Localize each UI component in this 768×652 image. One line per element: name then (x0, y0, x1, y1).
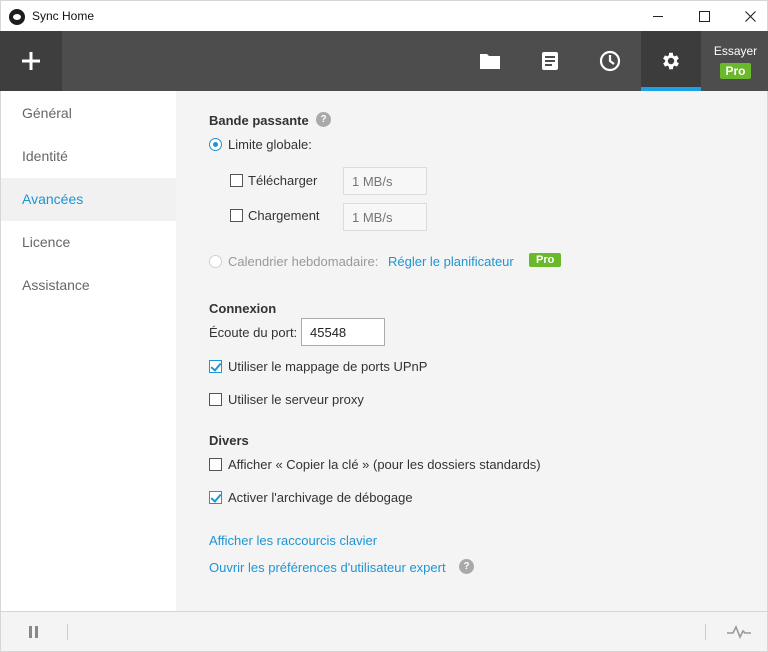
global-limit-radio[interactable] (209, 138, 222, 151)
main-toolbar: Essayer Pro (0, 31, 768, 91)
pro-badge: Pro (720, 63, 751, 79)
bandwidth-section-title: Bande passante (209, 113, 309, 128)
gear-icon (663, 52, 679, 70)
document-list-icon (542, 52, 558, 70)
download-rate-input[interactable] (343, 167, 427, 195)
folder-icon (480, 54, 500, 69)
proxy-label: Utiliser le serveur proxy (228, 392, 364, 407)
status-divider-right (705, 624, 706, 640)
download-limit-label: Télécharger (248, 173, 318, 188)
sidebar-item-support[interactable]: Assistance (1, 264, 176, 307)
power-user-help-icon[interactable]: ? (459, 559, 474, 574)
scheduler-pro-tag: Pro (529, 253, 562, 267)
app-logo-icon (9, 9, 25, 25)
plus-icon (22, 52, 40, 70)
sidebar-item-license[interactable]: Licence (1, 221, 176, 264)
try-label: Essayer (713, 44, 758, 58)
listening-port-label: Écoute du port: (209, 325, 298, 340)
folders-tab-button[interactable] (460, 31, 520, 91)
connection-section-title: Connexion (209, 301, 277, 316)
global-limit-label: Limite globale: (228, 137, 312, 152)
sidebar-item-advanced[interactable]: Avancées (1, 178, 176, 221)
download-limit-checkbox[interactable] (230, 174, 243, 187)
upload-limit-label: Chargement (248, 208, 320, 223)
activity-pulse-icon[interactable] (727, 625, 751, 639)
power-user-prefs-link[interactable]: Ouvrir les préférences d'utilisateur exp… (209, 560, 446, 575)
sidebar-item-general[interactable]: Général (1, 92, 176, 135)
title-bar: Sync Home (0, 0, 768, 31)
upload-limit-checkbox[interactable] (230, 209, 243, 222)
misc-section-title: Divers (209, 433, 249, 448)
upnp-label: Utiliser le mappage de ports UPnP (228, 359, 428, 374)
close-icon (744, 11, 756, 22)
settings-sidebar: Général Identité Avancées Licence Assist… (0, 91, 176, 611)
settings-tab-button[interactable] (641, 31, 701, 91)
window-title: Sync Home (32, 9, 95, 23)
try-pro-button[interactable]: Essayer Pro (703, 31, 768, 91)
maximize-button[interactable] (681, 1, 727, 32)
weekly-schedule-label: Calendrier hebdomadaire: (228, 254, 379, 269)
proxy-checkbox[interactable] (209, 393, 222, 406)
keyboard-shortcuts-link[interactable]: Afficher les raccourcis clavier (209, 533, 377, 548)
history-tab-button[interactable] (580, 31, 640, 91)
minimize-button[interactable] (635, 1, 681, 32)
close-button[interactable] (727, 1, 768, 32)
upnp-checkbox[interactable] (209, 360, 222, 373)
clock-icon (599, 50, 621, 72)
debug-logging-label: Activer l'archivage de débogage (228, 490, 413, 505)
status-divider-left (67, 624, 68, 640)
copy-key-checkbox[interactable] (209, 458, 222, 471)
bandwidth-help-icon[interactable]: ? (316, 112, 331, 127)
debug-logging-checkbox[interactable] (209, 491, 222, 504)
weekly-schedule-radio[interactable] (209, 255, 222, 268)
copy-key-label: Afficher « Copier la clé » (pour les dos… (228, 457, 541, 472)
log-tab-button[interactable] (520, 31, 580, 91)
add-folder-button[interactable] (0, 31, 62, 91)
sidebar-item-identity[interactable]: Identité (1, 135, 176, 178)
upload-rate-input[interactable] (343, 203, 427, 231)
pause-icon[interactable] (28, 626, 40, 638)
configure-scheduler-link[interactable]: Régler le planificateur (388, 254, 514, 269)
advanced-settings-panel: Bande passante ? Limite globale: Télécha… (176, 91, 768, 611)
status-bar (0, 611, 768, 652)
listening-port-input[interactable] (301, 318, 385, 346)
